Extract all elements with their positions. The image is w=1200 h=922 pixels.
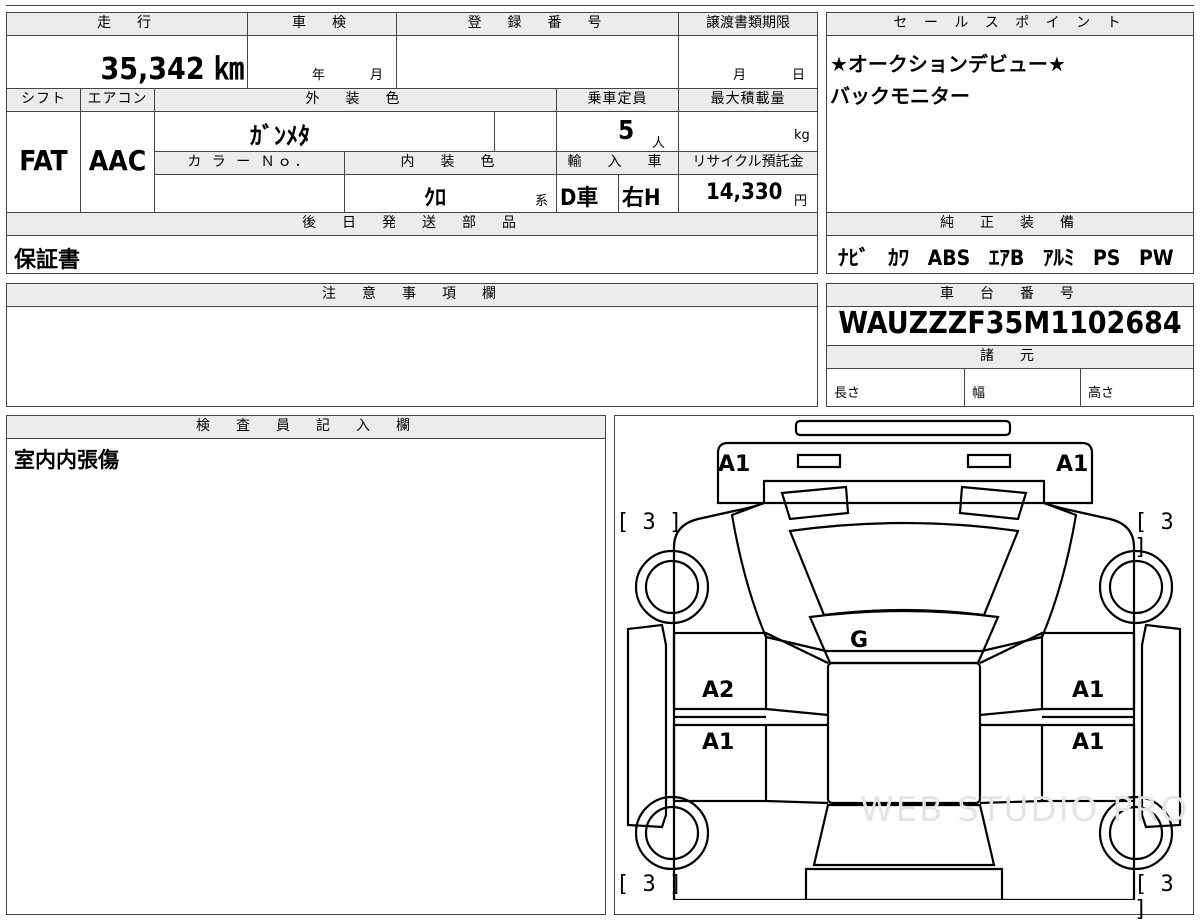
top-strip [6,0,1194,6]
capacity-value: 5 [618,116,635,146]
inspector-box [6,415,606,915]
recycle-unit: 円 [794,194,808,209]
ac-header: エアコン [80,88,155,112]
chassis-number: WAUZZZF35M1102684 [838,306,1182,341]
import-header: 輸 入 車 [556,151,679,175]
mark-tire-rear-right: [ 3 ] [1134,872,1174,922]
equipment-leather: ｶﾜ [888,246,910,270]
hood [730,501,1078,653]
sales-point-line-1: ★オークションデビュー★ [830,52,1066,76]
equipment-ps: PS [1092,246,1121,270]
steering-value: 右H [622,186,661,211]
equipment-airbag: ｴｱB [988,246,1025,270]
equipment-abs: ABS [927,246,971,270]
ac-value: AAC [88,144,147,177]
inspector-header: 検 査 員 記 入 欄 [6,415,606,439]
mark-front-right: A1 [1056,452,1089,477]
mark-door-front-right: A1 [1072,678,1105,703]
exterior-color-value: ｶﾞﾝﾒﾀ [250,122,310,150]
import-value: D車 [560,186,599,211]
later-parts-value: 保証書 [14,248,81,273]
headlight-right [966,453,1012,469]
recycle-header: リサイクル預託金 [678,151,818,175]
headlight-left [796,453,842,469]
shift-header: シフト [6,88,81,112]
capacity-header: 乗車定員 [556,88,679,112]
pillar-left [765,632,829,805]
equipment-pw: PW [1138,246,1174,270]
specs-header: 諸 元 [826,345,1194,369]
spec-height: 高さ [1088,386,1115,401]
mark-windshield: G [850,628,869,653]
spec-length: 長さ [834,386,861,401]
chassis-header: 車 台 番 号 [826,283,1194,307]
front-bumper [794,419,1012,437]
mileage-value: 35,342 ㎞ [100,52,244,87]
transfer-month: 月 [733,68,747,83]
later-parts-header: 後 日 発 送 部 品 [6,212,818,236]
interior-color-header: 内 装 色 [344,151,557,175]
capacity-unit: 人 [652,136,666,151]
sales-points-header: セ ー ル ス ポ イ ン ト [826,12,1194,36]
transfer-deadline-header: 譲渡書類期限 [678,12,818,36]
notes-header: 注 意 事 項 欄 [6,283,818,307]
shift-value: FAT [19,144,68,177]
front-end [716,441,1094,505]
mirror-left [626,623,668,829]
windshield [788,521,1020,617]
interior-color-value: ｸﾛ [424,186,447,211]
roof-panel [826,661,982,805]
max-load-header: 最大積載量 [678,88,818,112]
mileage-header: 走 行 [6,12,248,36]
transfer-day: 日 [792,68,806,83]
mark-tire-front-left: [ 3 ] [616,510,683,535]
inspection-header: 車 検 [247,12,397,36]
equipment-header: 純 正 装 備 [826,212,1194,236]
max-load-unit: kg [794,128,810,143]
trunk [804,867,1004,900]
recycle-value: 14,330 [706,180,783,205]
mark-door-rear-right: A1 [1072,730,1105,755]
mark-front-left: A1 [718,452,751,477]
body-outline [672,501,1136,900]
pillar-right [979,632,1043,805]
mark-door-front-left: A2 [702,678,735,703]
sales-point-line-2: バックモニター [830,84,970,108]
inspection-month: 月 [370,68,384,83]
color-number-header: カ ラ ー Ｎｏ． [154,151,345,175]
equipment-list: ﾅﾋﾞ ｶﾜ ABS ｴｱB ｱﾙﾐ PS PW [838,242,1174,272]
inspector-text: 室内内張傷 [14,448,119,472]
registration-header: 登 録 番 号 [396,12,679,36]
mark-door-rear-left: A1 [702,730,735,755]
watermark: WEB STUDIO PRO [860,790,1190,830]
inspection-year: 年 [312,68,326,83]
exterior-color-header: 外 装 色 [154,88,557,112]
sales-points-box [826,12,1194,214]
mark-tire-rear-left: [ 3 ] [616,872,683,897]
roof [808,609,1000,665]
equipment-alloy: ｱﾙﾐ [1042,246,1075,270]
mark-tire-front-right: [ 3 ] [1134,510,1174,560]
equipment-nav: ﾅﾋﾞ [838,246,870,270]
spec-width: 幅 [972,386,986,401]
interior-suffix: 系 [535,194,549,209]
